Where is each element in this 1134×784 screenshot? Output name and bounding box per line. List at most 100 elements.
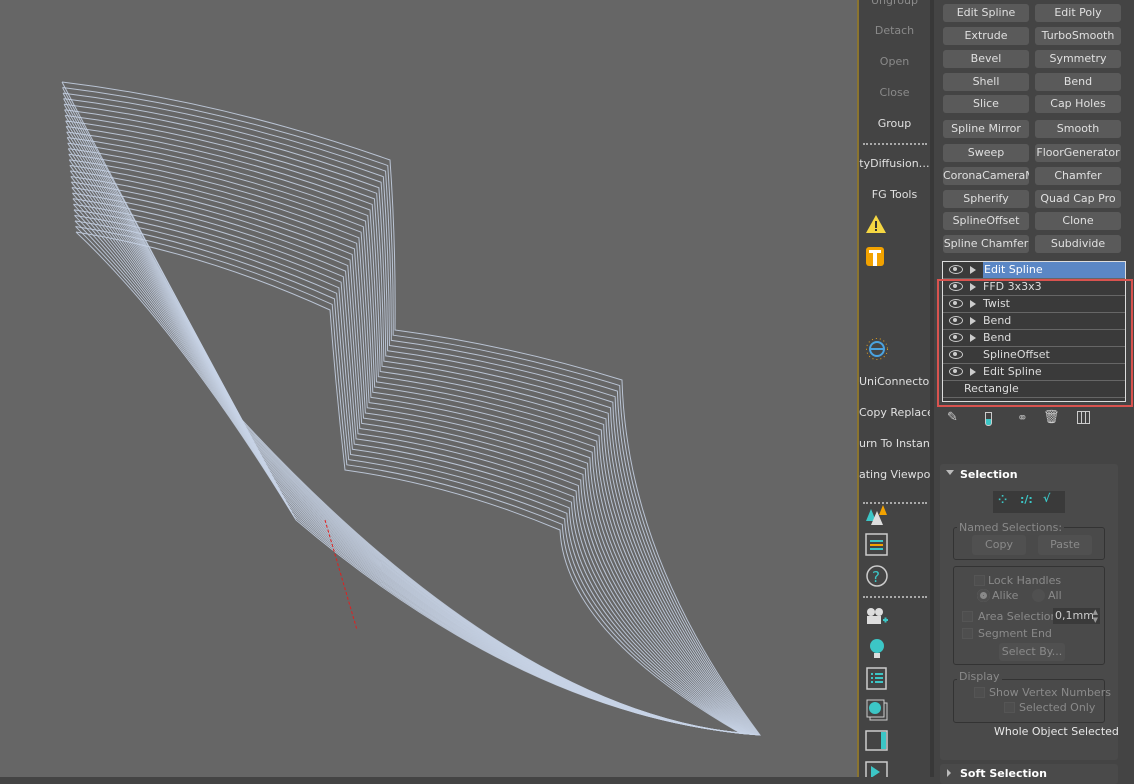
segment-level-icon[interactable]: :/:	[1020, 493, 1033, 506]
viewport[interactable]	[0, 0, 857, 777]
toolbar-button[interactable]: Ungroup	[859, 0, 930, 7]
alike-label: Alike	[992, 589, 1019, 602]
toolbar-button[interactable]: Detach	[859, 24, 930, 37]
make-unique-icon[interactable]: ⚭	[1017, 411, 1028, 426]
toolbar-button[interactable]: FG Tools	[859, 188, 930, 201]
layer-list-icon[interactable]	[865, 667, 889, 691]
expand-icon[interactable]	[947, 769, 951, 777]
separator	[863, 143, 927, 145]
show-vertex-numbers-label: Show Vertex Numbers	[989, 686, 1111, 699]
alike-radio[interactable]	[977, 589, 990, 602]
modifier-button[interactable]: Edit Poly	[1035, 4, 1121, 22]
segment-end-label: Segment End	[978, 627, 1052, 640]
modifier-button[interactable]: Slice	[943, 95, 1029, 113]
u-tool-icon[interactable]	[865, 245, 889, 269]
modifier-button[interactable]: Bend	[1035, 73, 1121, 91]
modifier-button[interactable]: Smooth	[1035, 120, 1121, 138]
highlight-box	[937, 279, 1133, 407]
paste-button[interactable]: Paste	[1038, 535, 1092, 555]
spline-curve	[67, 142, 754, 735]
render-icon[interactable]	[865, 760, 889, 777]
toolbar-button[interactable]: ating Viewport	[859, 468, 930, 481]
forest-icon[interactable]	[865, 503, 889, 527]
spinner-arrows-icon[interactable]: ▲ ▼	[1093, 608, 1098, 624]
modifier-button[interactable]: Spherify	[943, 190, 1029, 208]
area-value: 0,1mm	[1055, 609, 1094, 622]
all-radio[interactable]	[1032, 589, 1045, 602]
configure-sets-icon[interactable]	[1077, 411, 1090, 424]
spline-curve	[63, 98, 759, 736]
list-icon[interactable]	[865, 533, 889, 557]
help-icon[interactable]: ?	[865, 564, 889, 588]
spline-curve	[62, 87, 761, 736]
spline-curve	[67, 148, 753, 735]
spline-curve	[71, 192, 747, 735]
area-selection-label: Area Selection	[978, 610, 1058, 623]
svg-text:?: ?	[872, 568, 880, 586]
spline-curve	[61, 81, 762, 736]
named-selections-label: Named Selections:	[957, 521, 1065, 534]
separator	[863, 596, 927, 598]
material-icon[interactable]	[865, 698, 889, 722]
toolbar-button[interactable]: Close	[859, 86, 930, 99]
toolbar-button[interactable]: tyDiffusion…	[859, 157, 930, 170]
modifier-button[interactable]: Subdivide	[1035, 235, 1121, 253]
modifier-button[interactable]: Symmetry	[1035, 50, 1121, 68]
modifier-button[interactable]: Clone	[1035, 212, 1121, 230]
selected-only-checkbox[interactable]	[1004, 702, 1015, 713]
vertex-level-icon[interactable]: ⁘	[998, 493, 1007, 506]
modifier-button[interactable]: Spline Mirror	[943, 120, 1029, 138]
light-bulb-icon[interactable]	[865, 637, 889, 661]
eye-icon[interactable]	[949, 265, 963, 274]
camera-icon[interactable]	[865, 606, 889, 630]
collapse-icon[interactable]	[946, 470, 954, 475]
left-toolbar: Ungroup Detach Open Close Group tyDiffusion… F…	[857, 0, 930, 777]
modifier-button[interactable]: Quad Cap Pro	[1035, 190, 1121, 208]
modifier-button[interactable]: Sweep	[943, 144, 1029, 162]
spline-wireframe[interactable]	[0, 0, 857, 777]
spline-curve	[68, 159, 752, 735]
selection-title[interactable]: Selection	[960, 468, 1018, 481]
show-vertex-numbers-checkbox[interactable]	[974, 687, 985, 698]
remove-modifier-icon[interactable]: 🗑	[1043, 410, 1060, 425]
soft-selection-title[interactable]: Soft Selection	[960, 767, 1047, 780]
pin-stack-icon[interactable]: ✎	[947, 410, 958, 425]
selection-status: Whole Object Selected	[994, 725, 1119, 738]
soft-selection-rollout[interactable]: Soft Selection	[940, 764, 1118, 784]
toolbar-button[interactable]: UniConnector	[859, 375, 930, 388]
modifier-button[interactable]: CoronaCameraMo	[943, 167, 1029, 185]
area-selection-spinner[interactable]: 0,1mm ▲ ▼	[1053, 608, 1100, 624]
warning-icon[interactable]	[865, 214, 889, 238]
lock-handles-checkbox[interactable]	[974, 575, 985, 586]
spline-curve	[71, 187, 748, 735]
select-by-button[interactable]: Select By...	[999, 643, 1065, 661]
copy-button[interactable]: Copy	[972, 535, 1026, 555]
modifier-button[interactable]: Bevel	[943, 50, 1029, 68]
modifier-button[interactable]: SplineOffset	[943, 212, 1029, 230]
modifier-button[interactable]: Edit Spline	[943, 4, 1029, 22]
spline-level-icon[interactable]: √	[1043, 492, 1050, 505]
area-selection-checkbox[interactable]	[962, 611, 973, 622]
spline-curve	[73, 209, 744, 734]
spline-curve	[73, 203, 746, 735]
toolbar-button[interactable]: Copy Replace	[859, 406, 930, 419]
modifier-button[interactable]: Chamfer	[1035, 167, 1121, 185]
modifier-button[interactable]: TurboSmooth	[1035, 27, 1121, 45]
modifier-button[interactable]: FloorGenerator	[1035, 144, 1121, 162]
modifier-button[interactable]: Extrude	[943, 27, 1029, 45]
uniconnector-icon[interactable]	[865, 337, 889, 361]
show-end-result-icon[interactable]	[985, 412, 992, 426]
toolbar-button[interactable]: Open	[859, 55, 930, 68]
modifier-button[interactable]: Spline Chamfer	[943, 235, 1029, 253]
modifier-button[interactable]: Shell	[943, 73, 1029, 91]
stack-item[interactable]: Edit Spline	[943, 262, 1125, 279]
toolbar-button[interactable]: Group	[859, 117, 930, 130]
modifier-button[interactable]: Cap Holes	[1035, 95, 1121, 113]
sub-object-levels: ⁘ :/: √	[993, 491, 1065, 513]
selection-rollout: Selection ⁘ :/: √ Named Selections: Copy…	[940, 464, 1119, 760]
segment-end-checkbox[interactable]	[962, 628, 973, 639]
toolbar-button[interactable]: urn To Instanc	[859, 437, 930, 450]
selected-only-label: Selected Only	[1019, 701, 1096, 714]
viewport-panel-icon[interactable]	[865, 729, 889, 753]
expand-arrow-icon[interactable]	[970, 266, 976, 274]
